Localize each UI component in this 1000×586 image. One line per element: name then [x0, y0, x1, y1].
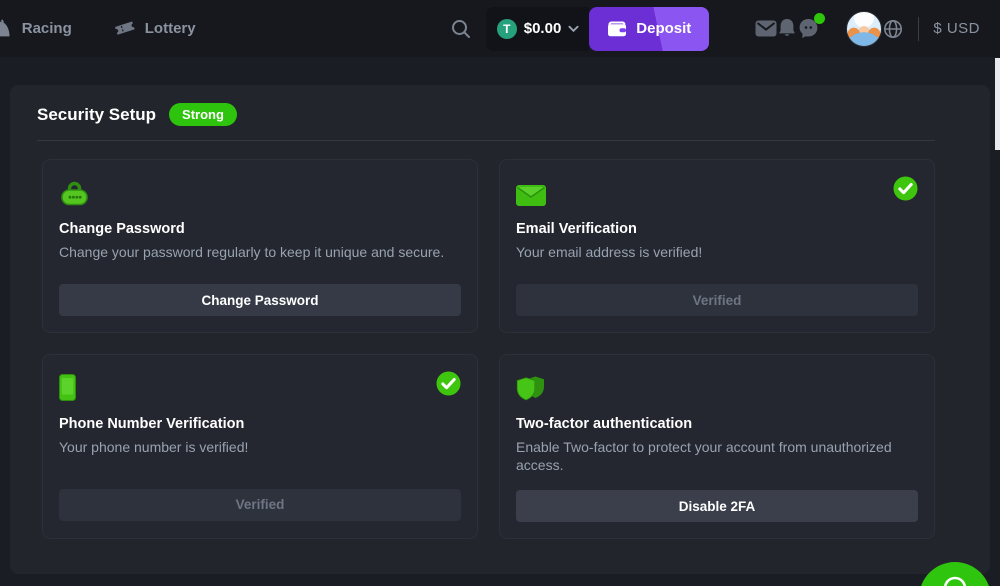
headset-icon	[939, 575, 971, 586]
card-title: Two-factor authentication	[516, 416, 692, 432]
card-title: Email Verification	[516, 221, 637, 237]
globe-icon	[882, 18, 904, 40]
tether-coin-icon: T	[497, 19, 517, 39]
card-change-password: Change Password Change your password reg…	[42, 159, 478, 333]
padlock-icon	[59, 179, 90, 206]
change-password-button[interactable]: Change Password	[59, 284, 461, 316]
header-divider	[37, 140, 935, 141]
wallet-icon	[607, 21, 627, 37]
deposit-label: Deposit	[636, 20, 691, 37]
navbar-divider	[918, 17, 919, 41]
phone-verified-button: Verified	[59, 489, 461, 521]
email-verified-button: Verified	[516, 284, 918, 316]
mail-button[interactable]	[755, 20, 777, 37]
avatar[interactable]	[846, 11, 882, 47]
disable-2fa-button[interactable]: Disable 2FA	[516, 490, 918, 522]
card-description: Change your password regularly to keep i…	[59, 244, 444, 262]
horse-icon: ♞	[0, 18, 13, 40]
verified-check-icon	[893, 176, 918, 206]
wallet-balance-dropdown[interactable]: T $0.00	[486, 7, 590, 51]
chat-unread-dot	[814, 13, 825, 24]
navbar-icon-group	[755, 11, 904, 47]
search-button[interactable]	[450, 18, 472, 40]
bell-icon	[777, 18, 797, 39]
search-icon	[450, 18, 472, 40]
top-navbar: ♞ Racing Lottery T $0.00	[0, 0, 1000, 57]
envelope-icon	[516, 179, 546, 206]
ticket-icon	[114, 19, 136, 38]
language-button[interactable]	[882, 18, 904, 40]
currency-selector[interactable]: $ USD	[933, 20, 980, 37]
security-cards-grid: Change Password Change your password reg…	[42, 159, 935, 539]
card-description: Enable Two-factor to protect your accoun…	[516, 439, 918, 474]
deposit-button[interactable]: Deposit	[589, 7, 709, 51]
mail-icon	[755, 20, 777, 37]
scrollbar-thumb[interactable]	[995, 58, 1000, 150]
card-title: Phone Number Verification	[59, 416, 244, 432]
chat-button[interactable]	[797, 17, 820, 40]
nav-item-lottery[interactable]: Lottery	[114, 19, 196, 38]
smartphone-icon	[59, 374, 76, 401]
card-phone-verification: Phone Number Verification Your phone num…	[42, 354, 478, 539]
panel-header: Security Setup Strong	[27, 103, 935, 126]
notifications-button[interactable]	[777, 18, 797, 39]
card-description: Your phone number is verified!	[59, 439, 248, 457]
card-title: Change Password	[59, 221, 185, 237]
security-setup-panel: Security Setup Strong Change Password Ch…	[10, 85, 990, 574]
balance-amount: $0.00	[524, 20, 562, 37]
card-email-verification: Email Verification Your email address is…	[499, 159, 935, 333]
page-title: Security Setup	[37, 105, 156, 125]
strength-badge: Strong	[169, 103, 237, 126]
card-two-factor: Two-factor authentication Enable Two-fac…	[499, 354, 935, 539]
verified-check-icon	[436, 371, 461, 401]
chevron-down-icon	[568, 25, 579, 33]
shield-icon	[516, 374, 547, 401]
nav-item-racing[interactable]: ♞ Racing	[0, 18, 72, 40]
card-description: Your email address is verified!	[516, 244, 702, 262]
nav-item-label: Racing	[22, 20, 72, 37]
nav-item-label: Lottery	[145, 20, 196, 37]
